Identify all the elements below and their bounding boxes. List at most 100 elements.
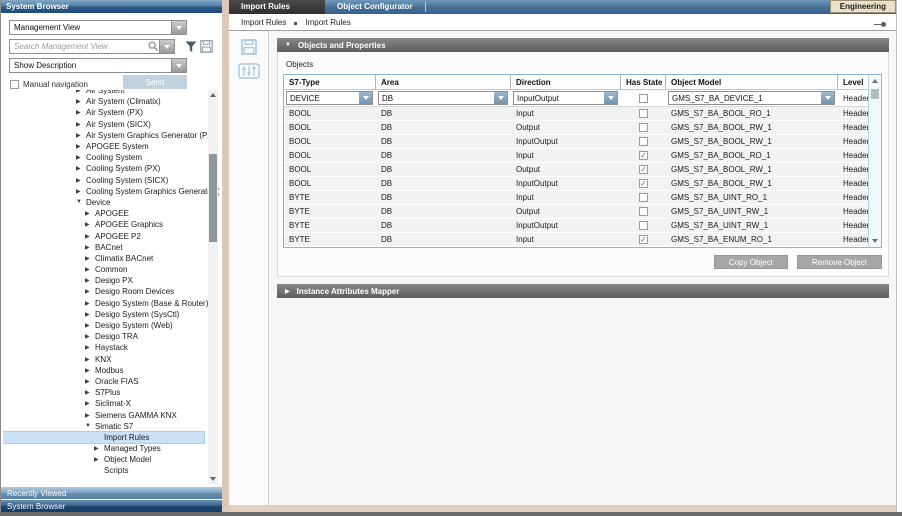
view-selector[interactable]: Management View (9, 20, 187, 35)
tree-item[interactable]: ▶Air System Graphics Generator (PX) (3, 130, 204, 141)
tree-item[interactable]: ▶Cooling System (3, 152, 204, 163)
recently-viewed-bar[interactable]: Recently Viewed (1, 486, 222, 499)
objects-properties-expander[interactable]: ▼ Objects and Properties (277, 38, 889, 52)
tree-item[interactable]: ▶Air System (SICX) (3, 119, 204, 130)
column-header[interactable]: Area (376, 75, 511, 89)
chevron-down-icon[interactable] (171, 59, 186, 72)
column-header[interactable]: S7-Type (284, 75, 376, 89)
has-state-checkbox[interactable] (639, 165, 648, 174)
expand-icon[interactable]: ▶ (85, 210, 95, 217)
tree-item[interactable]: ▶Cooling System (SICX) (3, 175, 204, 186)
expand-icon[interactable]: ▶ (85, 412, 95, 419)
expand-icon[interactable]: ▶ (85, 344, 95, 351)
scroll-down-icon[interactable] (210, 477, 216, 481)
has-state-checkbox[interactable] (639, 193, 648, 202)
scroll-up-icon[interactable] (210, 93, 216, 97)
tree-item[interactable]: ▶Desigo Room Devices (3, 286, 204, 297)
breadcrumb-item[interactable]: Import Rules (305, 18, 350, 27)
scroll-up-icon[interactable] (872, 79, 878, 83)
chevron-down-icon[interactable] (494, 92, 507, 104)
table-row[interactable]: BYTEDBInputGMS_S7_BA_ENUM_RO_1Header (284, 233, 881, 247)
has-state-checkbox[interactable] (639, 137, 648, 146)
tree-scrollbar[interactable] (208, 90, 218, 484)
tree-item[interactable]: ▶Desigo System (Web) (3, 320, 204, 331)
expand-icon[interactable]: ▶ (76, 165, 86, 172)
table-row[interactable]: BOOLDBOutputGMS_S7_BA_BOOL_RW_1Header (284, 163, 881, 177)
panel-splitter[interactable] (222, 0, 229, 512)
tree-item[interactable]: Scripts (3, 465, 204, 476)
column-header[interactable]: Object Model (666, 75, 838, 89)
expand-icon[interactable]: ▶ (85, 322, 95, 329)
has-state-checkbox[interactable] (639, 94, 648, 103)
expand-icon[interactable]: ▶ (76, 154, 86, 161)
expand-icon[interactable]: ▶ (85, 221, 95, 228)
expand-icon[interactable]: ▶ (76, 121, 86, 128)
tree-item[interactable]: ▶APOGEE Graphics (3, 219, 204, 230)
s7-type-combobox[interactable]: DEVICE (286, 91, 373, 105)
save-icon[interactable] (241, 39, 257, 55)
tree-item[interactable]: ▶Desigo TRA (3, 331, 204, 342)
search-input[interactable] (10, 42, 148, 51)
scrollbar-thumb[interactable] (209, 154, 217, 242)
tree-item[interactable]: ▶Haystack (3, 342, 204, 353)
send-button[interactable]: Send (123, 75, 187, 89)
expand-icon[interactable]: ▶ (85, 333, 95, 340)
table-scrollbar[interactable] (868, 75, 881, 247)
tree-item[interactable]: ▶Climatix BACnet (3, 253, 204, 264)
tree-item[interactable]: ▶Air System (PX) (3, 107, 204, 118)
collapse-icon[interactable]: ▼ (85, 423, 95, 429)
remove-object-button[interactable]: Remove Object (797, 255, 882, 269)
engineering-badge[interactable]: Engineering (830, 0, 896, 13)
chevron-down-icon[interactable] (359, 92, 372, 104)
expand-icon[interactable]: ▶ (85, 378, 95, 385)
object-model-combobox[interactable]: GMS_S7_BA_DEVICE_1 (668, 91, 835, 105)
pin-icon[interactable] (874, 22, 886, 27)
tree-item[interactable]: ▶Cooling System Graphics Generator (PX) (3, 186, 204, 197)
has-state-checkbox[interactable] (639, 207, 648, 216)
expand-icon[interactable]: ▶ (76, 132, 86, 139)
has-state-checkbox[interactable] (639, 123, 648, 132)
table-row[interactable]: BOOLDBOutputGMS_S7_BA_BOOL_RW_1Header (284, 121, 881, 135)
expand-icon[interactable]: ▶ (76, 98, 86, 105)
search-dropdown-button[interactable] (159, 40, 174, 53)
expand-icon[interactable]: ▶ (85, 255, 95, 262)
has-state-checkbox[interactable] (639, 221, 648, 230)
tree-item[interactable]: ▶Air System (Climatix) (3, 96, 204, 107)
tree-item[interactable]: ▶APOGEE P2 (3, 230, 204, 241)
tree-item[interactable]: ▶APOGEE System (3, 141, 204, 152)
expand-icon[interactable]: ▶ (94, 456, 104, 463)
tree-item[interactable]: ▶Desigo System (Base & Router) (3, 298, 204, 309)
expand-icon[interactable]: ▶ (76, 177, 86, 184)
tree-item[interactable]: ▶Modbus (3, 365, 204, 376)
expand-icon[interactable]: ▶ (85, 233, 95, 240)
table-row[interactable]: BYTEDBInputGMS_S7_BA_UINT_RO_1Header (284, 191, 881, 205)
expand-icon[interactable]: ▶ (85, 300, 95, 307)
tab-import-rules[interactable]: Import Rules (229, 0, 325, 14)
expand-icon[interactable]: ▶ (76, 143, 86, 150)
expand-icon[interactable]: ▶ (85, 277, 95, 284)
scrollbar-thumb[interactable] (871, 89, 879, 99)
instance-attributes-expander[interactable]: ▶ Instance Attributes Mapper (277, 284, 889, 298)
tree-item[interactable]: ▶Cooling System (PX) (3, 163, 204, 174)
chevron-down-icon[interactable] (604, 92, 617, 104)
expand-icon[interactable]: ▶ (85, 356, 95, 363)
tree-item[interactable]: ▶Desigo PX (3, 275, 204, 286)
tree-item[interactable]: ▶Common (3, 264, 204, 275)
tree-item[interactable]: ▶S7Plus (3, 387, 204, 398)
breadcrumb-item[interactable]: Import Rules (241, 18, 286, 27)
tree-item[interactable]: Import Rules (3, 432, 204, 443)
system-browser-panel-header[interactable]: System Browser (1, 0, 222, 13)
expand-icon[interactable]: ▶ (76, 109, 86, 116)
expand-icon[interactable]: ▶ (76, 90, 86, 94)
tree-item[interactable]: ▶BACnet (3, 242, 204, 253)
description-selector[interactable]: Show Description (9, 58, 187, 73)
tree-item[interactable]: ▶Desigo System (SysCtl) (3, 309, 204, 320)
expand-icon[interactable]: ▶ (76, 188, 86, 195)
tab-object-configurator[interactable]: Object Configurator (325, 0, 425, 14)
table-row[interactable]: BOOLDBInputGMS_S7_BA_BOOL_RO_1Header (284, 107, 881, 121)
has-state-checkbox[interactable] (639, 151, 648, 160)
tree-item[interactable]: ▶Oracle FIAS (3, 376, 204, 387)
expand-icon[interactable]: ▶ (85, 311, 95, 318)
table-row[interactable]: BOOLDBInputOutputGMS_S7_BA_BOOL_RW_1Head… (284, 135, 881, 149)
column-settings-icon[interactable] (238, 63, 260, 79)
